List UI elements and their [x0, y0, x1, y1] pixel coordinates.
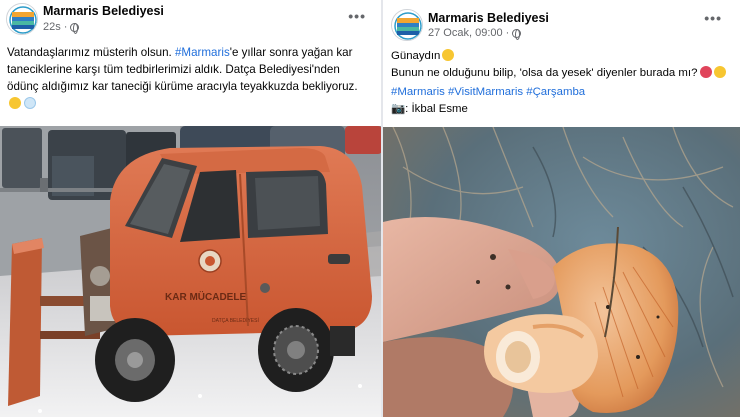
- smiling-emoji-icon: [442, 49, 455, 61]
- text-segment: Vatandaşlarımız müsterih olsun.: [7, 46, 172, 59]
- car-door-small-text: DATÇA BELEDİYESİ: [212, 317, 259, 324]
- greeting-text: Günaydın: [391, 50, 441, 62]
- post-text: Vatandaşlarımız müsterih olsun. #Marmari…: [7, 44, 379, 112]
- car-door-text: KAR MÜCADELE: [165, 290, 246, 303]
- smiling-emoji-icon: [714, 65, 727, 78]
- hashtag-links[interactable]: #Marmaris #VisitMarmaris #Çarşamba: [391, 86, 585, 98]
- right-post-header: Marmaris Belediyesi 27 Ocak, 09:00 · •••: [383, 0, 740, 42]
- right-post: Marmaris Belediyesi 27 Ocak, 09:00 · •••…: [383, 0, 740, 417]
- globe-icon: [70, 22, 80, 34]
- left-post-header: Marmaris Belediyesi 22s · •••: [0, 0, 382, 42]
- snowflake-emoji-icon: [24, 97, 36, 109]
- emoji-line: [7, 95, 379, 112]
- page-name[interactable]: Marmaris Belediyesi: [428, 11, 549, 25]
- text-line: taneciklerine karşı tüm tedbirlerimizi a…: [7, 63, 340, 76]
- photo-credit: 📷: İkbal Esme: [391, 102, 468, 115]
- post-time[interactable]: 27 Ocak, 09:00: [428, 27, 503, 39]
- left-post: Marmaris Belediyesi 22s · ••• Vatandaşla…: [0, 0, 382, 417]
- text-line: ödünç aldığımız kar taneciği kürüme arac…: [7, 80, 358, 93]
- more-options-icon[interactable]: •••: [704, 10, 722, 26]
- question-text: Bunun ne olduğunu bilip, 'olsa da yesek'…: [391, 66, 698, 79]
- marmaris-logo-icon: [392, 10, 422, 40]
- post-photo-mushroom[interactable]: [383, 127, 740, 417]
- marmaris-logo-icon: [7, 4, 37, 34]
- post-text: Günaydın Bunun ne olduğunu bilip, 'olsa …: [391, 48, 736, 117]
- post-time[interactable]: 22s: [43, 21, 61, 33]
- page-avatar[interactable]: [391, 9, 423, 41]
- smiling-emoji-icon: [9, 97, 21, 109]
- post-meta: 22s ·: [43, 21, 80, 34]
- page-name[interactable]: Marmaris Belediyesi: [43, 4, 164, 18]
- globe-icon: [512, 28, 522, 40]
- hashtag-link[interactable]: #Marmaris: [175, 46, 230, 59]
- more-options-icon[interactable]: •••: [348, 8, 366, 24]
- page-avatar[interactable]: [6, 3, 38, 35]
- post-meta: 27 Ocak, 09:00 ·: [428, 27, 522, 40]
- tongue-emoji-icon: [700, 65, 713, 78]
- post-photo-car[interactable]: KAR MÜCADELE DATÇA BELEDİYESİ: [0, 126, 382, 417]
- text-segment: 'e yıllar sonra yağan kar: [229, 46, 353, 59]
